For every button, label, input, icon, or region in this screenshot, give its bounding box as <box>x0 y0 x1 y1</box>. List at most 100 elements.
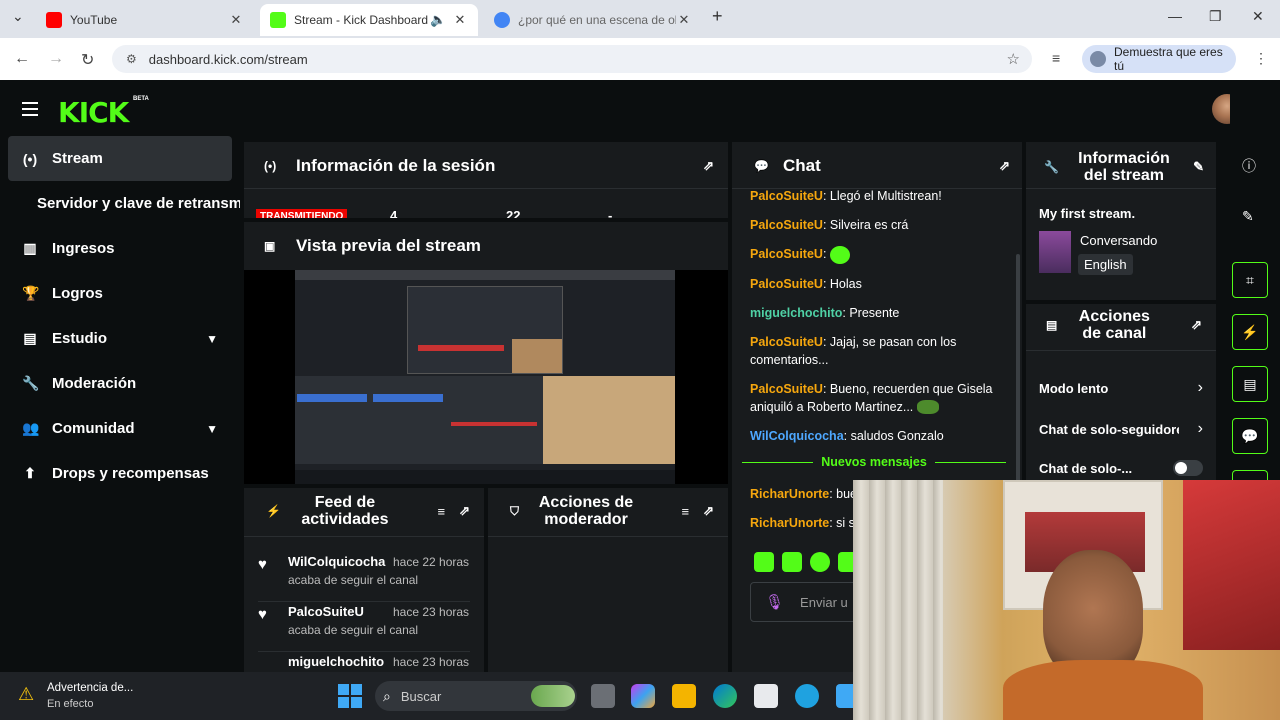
chrome-icon[interactable] <box>795 684 819 708</box>
tab-youtube[interactable]: YouTube ✕ <box>36 4 254 36</box>
tab-google-search[interactable]: ¿por qué en una escena de obs ✕ <box>484 4 702 36</box>
document-icon[interactable]: ▤ <box>1232 366 1268 402</box>
emote-icon[interactable] <box>782 552 802 572</box>
sidebar-item-drops[interactable]: ⬆ Drops y recompensas <box>0 451 240 496</box>
popout-icon[interactable]: ⇗ <box>703 503 714 519</box>
file-explorer-icon[interactable] <box>672 684 696 708</box>
tab-search-icon[interactable]: ⌄ <box>12 8 24 25</box>
tab-title: Stream - Kick Dashboard <box>294 13 429 27</box>
community-icon: 👥 <box>22 420 40 436</box>
store-icon[interactable] <box>754 684 778 708</box>
activity-user[interactable]: miguelchochito <box>288 654 384 669</box>
chat-bubble-icon: 💬 <box>754 159 769 173</box>
address-bar[interactable]: ⚙ dashboard.kick.com/stream ☆ <box>112 45 1032 73</box>
chat-username[interactable]: PalcoSuiteU <box>750 189 823 203</box>
sidebar-item-ingresos[interactable]: ▥ Ingresos <box>0 226 240 271</box>
chevron-right-icon: › <box>1197 379 1203 396</box>
shield-icon: ⛉ <box>510 503 520 518</box>
sidebar-item-server-key[interactable]: Servidor y clave de retransmisión <box>0 181 240 226</box>
taskbar-search[interactable]: ⌕ Buscar <box>375 681 577 711</box>
media-control-icon[interactable]: ≡ <box>1052 50 1060 66</box>
chat-username[interactable]: PalcoSuiteU <box>750 247 823 261</box>
hamburger-menu-icon[interactable] <box>22 102 38 116</box>
activity-user[interactable]: PalcoSuiteU <box>288 604 364 619</box>
edit-pencil-icon[interactable]: ✎ <box>1193 159 1204 175</box>
info-icon[interactable]: ⓘ <box>1242 156 1256 176</box>
heart-icon: ♥ <box>258 606 267 623</box>
panel-title: Chat <box>782 156 821 175</box>
subs-only-row: Chat de solo-... <box>1039 458 1203 478</box>
weather-title[interactable]: Advertencia de... <box>47 682 133 694</box>
new-tab-icon[interactable]: + <box>712 6 723 27</box>
copilot-icon[interactable] <box>631 684 655 708</box>
sidebar-item-estudio[interactable]: ▤ Estudio ▼ <box>0 316 240 361</box>
filter-icon[interactable]: ≡ <box>682 504 690 519</box>
chat-username[interactable]: RicharUnorte <box>750 487 829 501</box>
chat-username[interactable]: miguelchochito <box>750 306 842 320</box>
chat-message: PalcoSuiteU: Jajaj, se pasan con los com… <box>750 334 957 367</box>
activity-user[interactable]: WilColquicocha <box>288 554 385 569</box>
emote-icon <box>829 245 850 264</box>
chat-username[interactable]: PalcoSuiteU <box>750 277 823 291</box>
followers-only-row[interactable]: Chat de solo-seguidores › <box>1039 419 1203 439</box>
drops-icon: ⬆ <box>24 465 36 481</box>
profile-button[interactable]: Demuestra que eres tú <box>1082 45 1236 73</box>
forward-icon[interactable]: → <box>48 50 64 68</box>
close-tab-icon[interactable]: ✕ <box>676 12 692 28</box>
edge-icon[interactable] <box>713 684 737 708</box>
edit-pencil-icon[interactable]: ✎ <box>1242 208 1254 225</box>
browser-menu-icon[interactable]: ⋮ <box>1254 50 1268 67</box>
task-view-icon[interactable] <box>591 684 615 708</box>
back-icon[interactable]: ← <box>14 50 30 68</box>
emote-icon[interactable] <box>754 552 774 572</box>
maximize-icon[interactable]: ❐ <box>1209 8 1222 25</box>
site-info-icon[interactable]: ⚙ <box>126 52 137 66</box>
minimize-icon[interactable]: — <box>1168 8 1182 24</box>
tab-kick-dashboard[interactable]: Stream - Kick Dashboard 🔈 ✕ <box>260 4 478 36</box>
bolt-icon[interactable]: ⚡ <box>1232 314 1268 350</box>
new-messages-label: Nuevos mensajes <box>821 455 927 469</box>
activity-list: ♥ WilColquicocha hace 22 horas acaba de … <box>258 552 470 672</box>
scan-icon[interactable]: ⌗ <box>1232 262 1268 298</box>
chat-username[interactable]: PalcoSuiteU <box>750 382 823 396</box>
chat-message: PalcoSuiteU: <box>750 245 1012 264</box>
chat-message: WilColquicocha: saludos Gonzalo <box>750 428 944 443</box>
popout-icon[interactable]: ⇗ <box>459 503 470 519</box>
reload-icon[interactable]: ↻ <box>81 50 94 70</box>
slow-mode-row[interactable]: Modo lento › <box>1039 378 1203 398</box>
popout-icon[interactable]: ⇗ <box>999 158 1010 174</box>
sidebar-item-logros[interactable]: 🏆 Logros <box>0 271 240 316</box>
chat-username[interactable]: PalcoSuiteU <box>750 218 823 232</box>
video-player[interactable] <box>244 270 728 484</box>
filter-icon[interactable]: ≡ <box>438 504 446 519</box>
sidebar-item-comunidad[interactable]: 👥 Comunidad ▼ <box>0 406 240 451</box>
preview-titlebar <box>295 270 675 280</box>
close-tab-icon[interactable]: ✕ <box>452 12 468 28</box>
chat-username[interactable]: RicharUnorte <box>750 516 829 530</box>
sidebar-item-label: Moderación <box>52 375 137 392</box>
close-tab-icon[interactable]: ✕ <box>228 12 244 28</box>
category-name[interactable]: Conversando <box>1080 233 1157 248</box>
sidebar-item-moderacion[interactable]: 🔧 Moderación <box>0 361 240 406</box>
chat-bubble-icon[interactable]: 💬 <box>1232 418 1268 454</box>
windows-start-icon[interactable] <box>338 684 362 708</box>
chat-text: Silveira es crá <box>829 218 909 232</box>
category-thumbnail[interactable] <box>1039 231 1071 273</box>
kick-logo[interactable]: KICK <box>58 96 129 129</box>
start-tile <box>351 684 362 695</box>
activity-action: acaba de seguir el canal <box>288 573 419 587</box>
chat-text: Llegó el Multistrean! <box>829 189 942 203</box>
emote-icon[interactable] <box>810 552 830 572</box>
bookmark-star-icon[interactable]: ☆ <box>1007 50 1020 68</box>
subs-only-toggle[interactable] <box>1173 460 1203 476</box>
chat-message: PalcoSuiteU: Bueno, recuerden que Gisela… <box>750 381 993 415</box>
chat-username[interactable]: WilColquicocha <box>750 429 844 443</box>
speaker-icon[interactable]: 🔈 <box>430 12 446 28</box>
popout-icon[interactable]: ⇗ <box>703 158 714 174</box>
sidebar-item-stream[interactable]: (•) Stream <box>8 136 232 181</box>
close-window-icon[interactable]: ✕ <box>1252 8 1264 25</box>
popout-icon[interactable]: ⇗ <box>1191 317 1202 333</box>
new-messages-divider[interactable]: Nuevos mensajes <box>742 453 1007 471</box>
chat-username[interactable]: PalcoSuiteU <box>750 335 823 349</box>
microphone-icon[interactable]: 🎙 <box>765 593 784 611</box>
